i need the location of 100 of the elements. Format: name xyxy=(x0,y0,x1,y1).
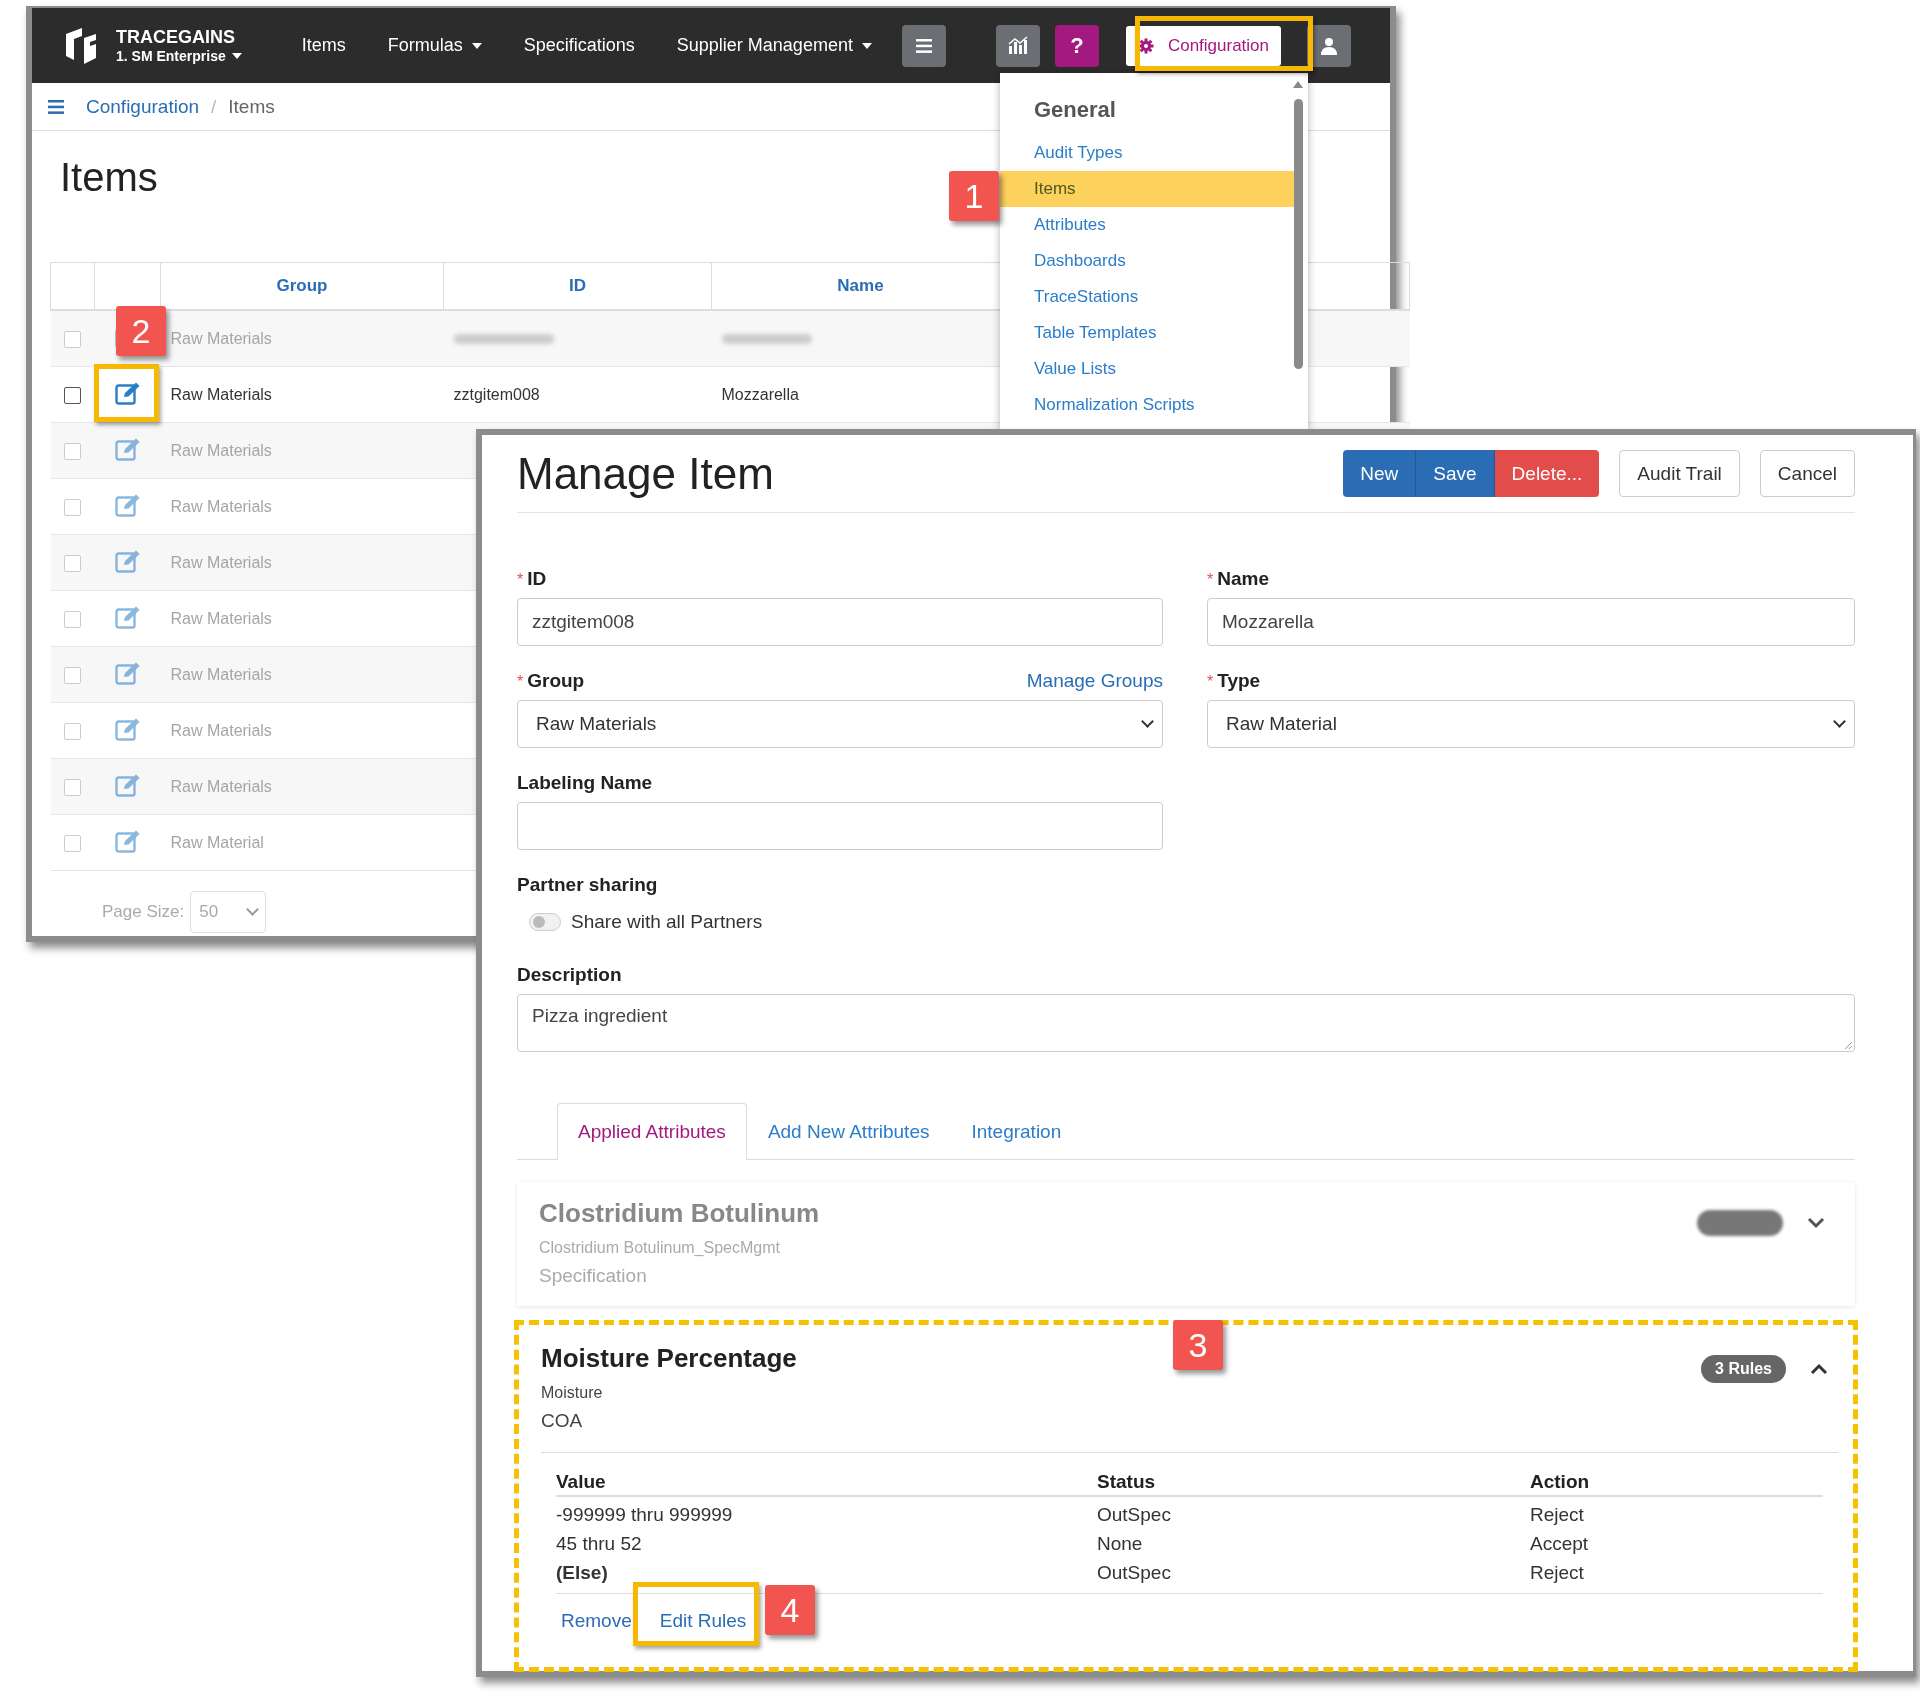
labeling-name-field[interactable] xyxy=(517,802,1163,850)
row-checkbox[interactable] xyxy=(64,386,81,404)
edit-icon[interactable] xyxy=(114,772,141,797)
caret-icon xyxy=(861,42,872,49)
field-label: Description xyxy=(517,964,622,986)
page-size-label: Page Size: xyxy=(102,902,185,922)
tab[interactable]: Applied Attributes xyxy=(557,1103,747,1160)
tab[interactable]: Integration xyxy=(950,1103,1083,1160)
table-cell-text: Accept xyxy=(1530,1532,1590,1555)
action-button[interactable]: Delete... xyxy=(1494,450,1600,497)
table-cell: Raw Materials xyxy=(170,777,272,795)
attribute-title: Moisture Percentage xyxy=(541,1343,797,1374)
id-field[interactable]: zztgitem008 xyxy=(517,598,1163,646)
edit-icon[interactable] xyxy=(114,492,141,517)
table-cell: Raw Materials xyxy=(170,385,272,403)
column-header[interactable]: ID xyxy=(569,276,586,295)
expand-icon[interactable] xyxy=(1807,1217,1825,1229)
required-marker: * xyxy=(1207,673,1214,691)
brand-name: TRACEGAINS xyxy=(116,27,235,48)
column-header: Status xyxy=(1097,1471,1157,1493)
table-cell: Raw Materials xyxy=(170,329,272,347)
resize-grip-icon[interactable] xyxy=(1844,1041,1852,1049)
attribute-source: COA xyxy=(541,1410,584,1432)
user-icon xyxy=(1320,36,1339,55)
field-label: Labeling Name xyxy=(517,772,653,794)
manage-groups-link[interactable]: Manage Groups xyxy=(1026,670,1163,692)
menu-item[interactable]: Attributes xyxy=(1000,207,1296,243)
table-cell-text: OutSpec xyxy=(1097,1503,1172,1526)
menu-item[interactable]: Table Templates xyxy=(1000,315,1296,351)
required-marker: * xyxy=(1207,571,1214,589)
column-header[interactable]: Name xyxy=(837,276,884,295)
table-cell-text: OutSpec xyxy=(1097,1561,1172,1584)
breadcrumb-current: Items xyxy=(228,95,275,118)
action-button[interactable]: Audit Trail xyxy=(1619,450,1740,497)
step-callout-tooltip: 1 xyxy=(949,171,999,221)
menu-item[interactable]: Dashboards xyxy=(1000,243,1296,279)
field-label: Name xyxy=(1217,568,1269,590)
edit-icon[interactable] xyxy=(114,548,141,573)
table-cell: Raw Material xyxy=(170,833,264,851)
group-select[interactable]: Raw Materials xyxy=(517,700,1163,748)
description-field[interactable]: Pizza ingredient xyxy=(517,994,1855,1052)
column-header: Action xyxy=(1530,1471,1591,1493)
nav-link[interactable]: Specifications xyxy=(523,35,635,56)
menu-item[interactable]: Audit Types xyxy=(1000,135,1296,171)
highlight-frame xyxy=(94,364,159,422)
edit-icon[interactable] xyxy=(114,436,141,461)
tab[interactable]: Add New Attributes xyxy=(746,1103,951,1160)
edit-icon[interactable] xyxy=(114,828,141,853)
edit-icon[interactable] xyxy=(114,716,141,741)
collapse-icon[interactable] xyxy=(1810,1363,1828,1375)
scroll-up-icon[interactable] xyxy=(1293,81,1303,88)
menu-item[interactable]: Items xyxy=(1000,171,1296,207)
attribute-source: Specification xyxy=(539,1265,648,1287)
table-cell-text: -999999 thru 999999 xyxy=(556,1503,734,1526)
edit-icon[interactable] xyxy=(114,604,141,629)
scrollbar-thumb[interactable] xyxy=(1294,99,1303,369)
table-cell-text: None xyxy=(1097,1532,1144,1555)
field-label: ID xyxy=(527,568,547,590)
nav-link[interactable]: Items xyxy=(301,35,346,56)
required-marker: * xyxy=(517,673,524,691)
action-button[interactable]: New xyxy=(1343,450,1417,497)
rules-count-badge: 3 Rules xyxy=(1701,1355,1786,1383)
menu-item[interactable]: Normalization Scripts xyxy=(1000,387,1296,423)
caret-icon xyxy=(231,53,242,59)
step-callout-tooltip: 4 xyxy=(765,1585,815,1635)
table-cell-text: (Else) xyxy=(556,1561,609,1584)
field-label: Partner sharing xyxy=(517,874,658,896)
organization-selector[interactable]: 1. SM Enterprise xyxy=(116,48,242,64)
column-header[interactable]: Group xyxy=(276,276,328,295)
configuration-button[interactable]: Configuration xyxy=(1125,25,1282,66)
caret-icon xyxy=(471,42,482,49)
menu-item[interactable]: Value Lists xyxy=(1000,351,1296,387)
edit-icon[interactable] xyxy=(114,380,141,405)
breadcrumb-link[interactable]: Configuration xyxy=(86,95,200,118)
toggle-switch[interactable] xyxy=(529,913,561,931)
help-button[interactable]: ? xyxy=(1054,24,1099,67)
bar-chart-icon xyxy=(1006,35,1029,56)
nav-link[interactable]: Supplier Management xyxy=(676,35,872,56)
menu-icon xyxy=(915,38,932,53)
attribute-subtitle: Clostridium Botulinum_SpecMgmt xyxy=(539,1239,781,1257)
field-label: Group xyxy=(527,670,585,692)
action-button[interactable]: Save xyxy=(1416,450,1495,497)
menu-heading: General xyxy=(1033,97,1117,124)
field-label: Type xyxy=(1217,670,1261,692)
action-button[interactable]: Cancel xyxy=(1759,450,1855,497)
type-select[interactable]: Raw Material xyxy=(1207,700,1855,748)
action-link[interactable]: Remove xyxy=(561,1610,632,1632)
dialog-title: Manage Item xyxy=(517,448,774,499)
menu-button[interactable] xyxy=(901,24,946,67)
table-cell: Raw Materials xyxy=(170,609,272,627)
action-link[interactable]: Edit Rules xyxy=(659,1610,747,1632)
menu-icon[interactable] xyxy=(48,99,64,114)
menu-item[interactable]: TraceStations xyxy=(1000,279,1296,315)
edit-icon[interactable] xyxy=(114,660,141,685)
column-header: Value xyxy=(556,1471,607,1493)
analytics-button[interactable] xyxy=(995,24,1040,67)
required-marker: * xyxy=(517,571,524,589)
table-cell: Raw Materials xyxy=(170,441,272,459)
name-field[interactable]: Mozzarella xyxy=(1207,598,1855,646)
nav-link[interactable]: Formulas xyxy=(387,35,482,56)
